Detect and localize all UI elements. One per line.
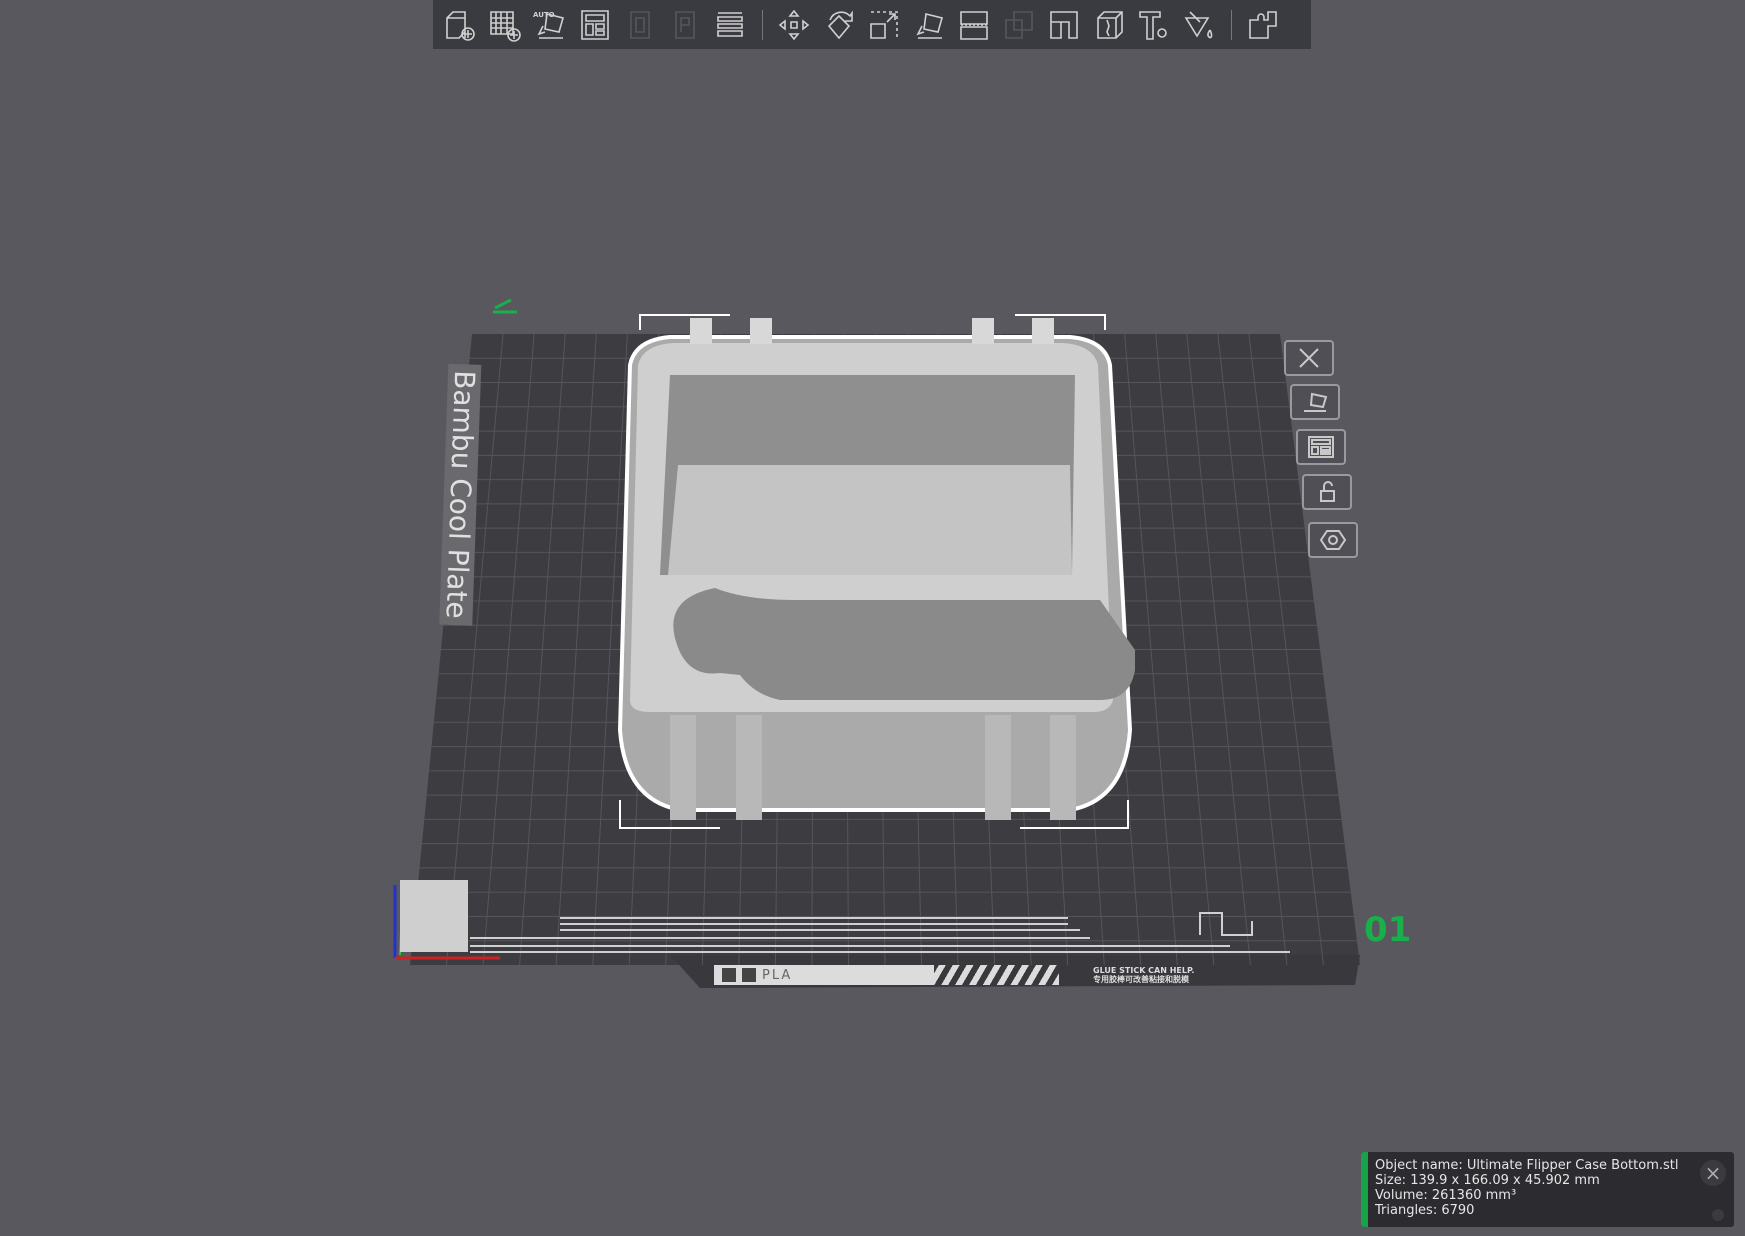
- unlock-icon: [1320, 481, 1335, 502]
- settings-hex-icon: [1319, 530, 1347, 550]
- model-flipper-case[interactable]: [617, 314, 1135, 829]
- filament-label: PLA: [714, 965, 934, 985]
- filament-type: PLA: [762, 967, 793, 983]
- glue-hint: GLUE STICK CAN HELP. 专用胶棒可改善粘接和脱模: [1093, 966, 1194, 984]
- close-icon: [1299, 348, 1319, 368]
- arrange-icon: [1308, 436, 1334, 458]
- plate-settings-button[interactable]: [1308, 522, 1358, 558]
- object-info-panel: Object name: Ultimate Flipper Case Botto…: [1361, 1152, 1734, 1227]
- hazard-stripes: [934, 965, 1059, 985]
- bambu-logo-icon: [722, 968, 736, 982]
- auto-orient-plate-button[interactable]: [1290, 384, 1340, 420]
- object-volume: Volume: 261360 mm³: [1375, 1188, 1517, 1203]
- arrange-plate-button[interactable]: [1296, 429, 1346, 465]
- close-info-button[interactable]: ×: [1700, 1160, 1726, 1186]
- accent-bar: [1361, 1152, 1368, 1227]
- plate-label-strip: PLA GLUE STICK CAN HELP. 专用胶棒可改善粘接和脱模: [714, 964, 1216, 986]
- object-size: Size: 139.9 x 166.09 x 45.902 mm: [1375, 1173, 1600, 1188]
- glue-hint-en: GLUE STICK CAN HELP.: [1093, 966, 1195, 975]
- glue-hint-cn: 专用胶棒可改善粘接和脱模: [1093, 975, 1189, 984]
- plate-number: 01: [1364, 910, 1412, 950]
- 3d-viewport[interactable]: [0, 0, 1745, 1236]
- minimize-info-button[interactable]: [1712, 1209, 1724, 1221]
- object-triangles: Triangles: 6790: [1375, 1203, 1475, 1218]
- auto-orient-icon: [1304, 392, 1328, 412]
- purge-lines: [400, 880, 468, 952]
- lock-plate-button[interactable]: [1302, 474, 1352, 510]
- object-name: Object name: Ultimate Flipper Case Botto…: [1375, 1158, 1679, 1173]
- edit-plate-name-icon[interactable]: [493, 298, 517, 314]
- close-plate-button[interactable]: [1284, 340, 1334, 376]
- qr-icon: [742, 968, 756, 982]
